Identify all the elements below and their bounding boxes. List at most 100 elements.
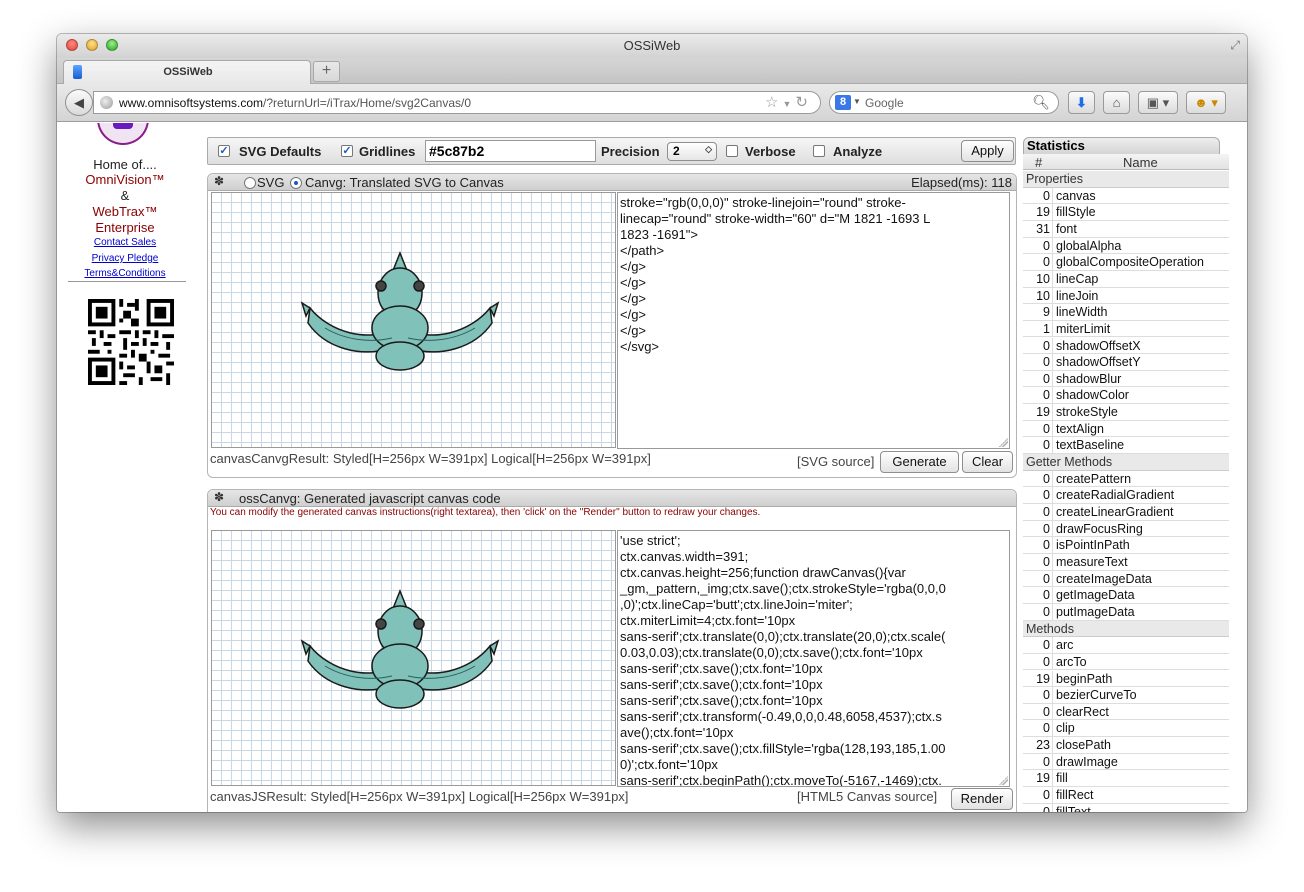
addon-menu-button[interactable]: ☻ ▾ — [1186, 91, 1226, 114]
stats-row: 0 shadowBlur — [1023, 370, 1229, 388]
svg-defaults-label: SVG Defaults — [239, 144, 322, 159]
stats-row: 0 measureText — [1023, 553, 1229, 571]
stats-count: 0 — [1023, 687, 1053, 704]
canvas-code-textarea[interactable]: 'use strict'; ctx.canvas.width=391; ctx.… — [617, 530, 1010, 787]
stats-row: 0 createRadialGradient — [1023, 487, 1229, 504]
code-line: ctx.canvas.width=391; — [620, 549, 749, 564]
stats-name: drawImage — [1056, 754, 1118, 769]
canvg-canvas[interactable] — [211, 192, 616, 448]
stats-count: 23 — [1023, 737, 1053, 754]
count-column-header: # — [1035, 155, 1043, 170]
render-button[interactable]: Render — [951, 788, 1013, 810]
stats-row: 31 font — [1023, 220, 1229, 238]
search-bar[interactable]: 8 ▼ Google 🔍︎ — [829, 91, 1059, 114]
code-line: stroke="rgb(0,0,0)" stroke-linejoin="rou… — [620, 195, 906, 210]
canvg-panel-header: ✽ SVG Canvg: Translated SVG to Canvas El… — [208, 174, 1016, 191]
analyze-checkbox[interactable] — [813, 145, 825, 157]
home-button[interactable]: ⌂ — [1103, 91, 1130, 114]
stepper-icon: ◇ — [705, 144, 712, 154]
code-line: sans-serif';ctx.beginPath();ctx.moveTo(-… — [620, 773, 942, 787]
stats-count: 0 — [1023, 387, 1053, 404]
code-line: 1823 -1691"> — [620, 227, 698, 242]
generate-button[interactable]: Generate — [880, 451, 959, 473]
statistics-panel: Statistics # Name Properties 0 canvas 19 fil… — [1023, 137, 1229, 812]
osscanvg-panel-title: ossCanvg: Generated javascript canvas co… — [239, 491, 501, 506]
stats-section-header: Methods — [1023, 620, 1229, 638]
stats-section-header: Properties — [1023, 171, 1229, 188]
url-actions: ☆▼↻ — [765, 93, 812, 111]
verbose-checkbox[interactable] — [726, 145, 738, 157]
privacy-pledge-link[interactable]: Privacy Pledge — [62, 253, 188, 264]
stats-name: shadowColor — [1056, 388, 1129, 403]
canvg-panel-title: Canvg: Translated SVG to Canvas — [305, 175, 504, 190]
precision-select[interactable]: 2 ◇ — [667, 142, 717, 161]
stats-row: 0 textAlign — [1023, 420, 1229, 438]
code-line: ,0)';ctx.lineCap='butt';ctx.lineJoin='mi… — [620, 597, 853, 612]
apply-button[interactable]: Apply — [961, 140, 1014, 162]
search-icon[interactable]: 🔍︎ — [1032, 94, 1050, 111]
logo-emblem — [113, 123, 133, 129]
stats-row: 1 miterLimit — [1023, 320, 1229, 338]
svg-radio[interactable] — [244, 177, 256, 189]
contact-sales-link[interactable]: Contact Sales — [62, 237, 188, 248]
stats-count: 10 — [1023, 287, 1053, 304]
stats-name: fillText — [1056, 804, 1091, 812]
gear-icon[interactable]: ✽ — [214, 490, 224, 504]
statistics-tab[interactable]: Statistics — [1023, 137, 1220, 154]
stats-row: 0 globalAlpha — [1023, 237, 1229, 255]
terms-conditions-link[interactable]: Terms&Conditions — [62, 268, 188, 279]
gear-icon[interactable]: ✽ — [214, 174, 224, 188]
stats-name: shadowOffsetY — [1056, 355, 1141, 370]
stats-count: 0 — [1023, 420, 1053, 437]
stats-row: 0 clip — [1023, 720, 1229, 738]
window-title: OSSiWeb — [623, 38, 681, 53]
creature-drawing — [300, 250, 500, 371]
stats-name: createPattern — [1056, 471, 1132, 486]
brand-omnivision: OmniVision™ — [85, 172, 165, 187]
new-tab-button[interactable]: + — [313, 61, 340, 82]
gridlines-checkbox[interactable]: ✓ — [341, 145, 353, 157]
svg-source-link[interactable]: [SVG source] — [797, 454, 874, 469]
clear-button[interactable]: Clear — [962, 451, 1013, 473]
stats-row: 10 lineCap — [1023, 270, 1229, 288]
stats-count: 0 — [1023, 703, 1053, 720]
osscanvg-panel: ✽ ossCanvg: Generated javascript canvas … — [207, 489, 1017, 812]
stats-count: 0 — [1023, 437, 1053, 454]
generated-canvas[interactable] — [211, 530, 616, 786]
resize-handle[interactable] — [999, 438, 1008, 447]
back-button[interactable]: ◀ — [65, 89, 93, 116]
grid-color-input[interactable]: #5c87b2 — [425, 140, 596, 162]
stats-count: 19 — [1023, 670, 1053, 687]
stats-name: textAlign — [1056, 421, 1104, 436]
history-dropdown-icon[interactable]: ▼ — [783, 99, 796, 109]
stats-row: 10 lineJoin — [1023, 287, 1229, 305]
search-engine-icon[interactable]: 8 — [835, 95, 851, 110]
html5-canvas-source-link[interactable]: [HTML5 Canvas source] — [797, 789, 937, 804]
stats-name: putImageData — [1056, 604, 1135, 619]
stats-row: 23 closePath — [1023, 737, 1229, 754]
downloads-button[interactable]: ⬇ — [1068, 91, 1095, 114]
stats-count: 19 — [1023, 204, 1053, 221]
code-line: </svg> — [620, 339, 660, 354]
code-line: </g> — [620, 259, 647, 274]
stats-name: drawFocusRing — [1056, 521, 1143, 536]
bookmark-star-icon[interactable]: ☆ — [765, 94, 782, 111]
url-text[interactable]: www.omnisoftsystems.com/?returnUrl=/iTra… — [119, 96, 471, 110]
osscanvg-panel-header: ✽ ossCanvg: Generated javascript canvas … — [208, 490, 1016, 507]
code-line: sans-serif';ctx.transform(-0.49,0,0,0.48… — [620, 709, 942, 724]
code-line: </g> — [620, 307, 647, 322]
stats-name: createImageData — [1056, 571, 1152, 586]
bookmarks-menu-button[interactable]: ▣ ▾ — [1138, 91, 1178, 114]
stats-count: 0 — [1023, 603, 1053, 620]
fullscreen-icon[interactable]: ⤢ — [1230, 38, 1240, 53]
canvg-radio[interactable] — [290, 177, 302, 189]
search-engine-dropdown-icon[interactable]: ▼ — [853, 97, 861, 106]
reload-icon[interactable]: ↻ — [795, 94, 812, 111]
stats-name: fillStyle — [1056, 205, 1096, 220]
address-bar[interactable]: www.omnisoftsystems.com/?returnUrl=/iTra… — [93, 91, 821, 114]
tab-ossiweb[interactable]: OSSiWeb — [63, 60, 311, 84]
resize-handle[interactable] — [999, 776, 1008, 785]
stats-row: 19 strokeStyle — [1023, 404, 1229, 421]
svg-source-textarea[interactable]: stroke="rgb(0,0,0)" stroke-linejoin="rou… — [617, 192, 1010, 449]
svg-defaults-checkbox[interactable]: ✓ — [218, 145, 230, 157]
